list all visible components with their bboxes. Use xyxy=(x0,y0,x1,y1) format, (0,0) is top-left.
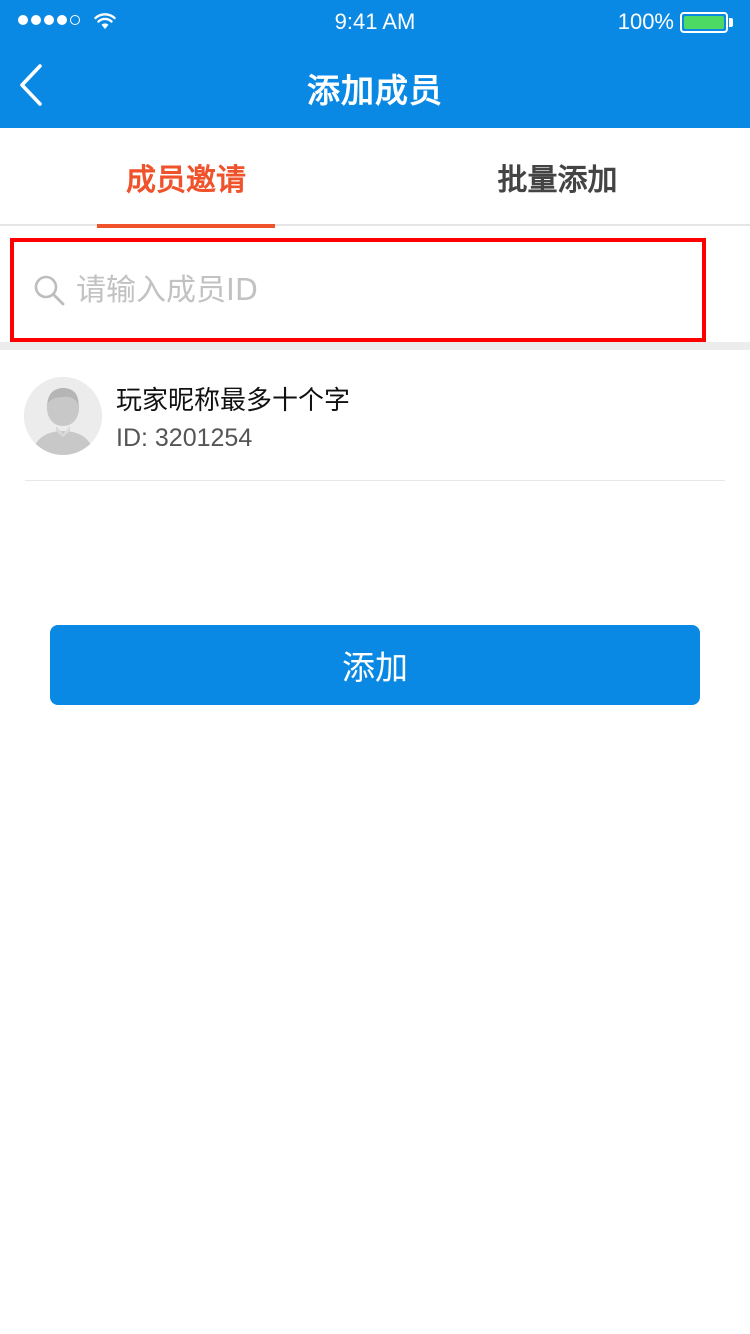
status-bar: 9:41 AM 100% xyxy=(0,0,750,44)
tab-member-invite[interactable]: 成员邀请 xyxy=(97,128,275,226)
tab-bar: 成员邀请 批量添加 xyxy=(0,128,750,228)
tab-batch-add[interactable]: 批量添加 xyxy=(470,128,645,226)
header: 9:41 AM 100% 添加成员 xyxy=(0,0,750,128)
section-divider xyxy=(0,342,750,350)
member-id-input[interactable] xyxy=(76,272,636,308)
search-icon xyxy=(34,275,65,306)
member-list-item[interactable]: 玩家昵称最多十个字 ID: 3201254 xyxy=(0,350,750,482)
battery-percent: 100% xyxy=(617,9,674,34)
user-avatar-icon xyxy=(24,377,102,455)
page-title: 添加成员 xyxy=(307,71,443,110)
screen: 9:41 AM 100% 添加成员 成员邀请 批量添加 请输入成员ID 玩家昵称… xyxy=(0,0,750,1334)
member-name: 玩家昵称最多十个字 xyxy=(116,386,351,416)
battery-fill xyxy=(684,16,724,29)
add-button[interactable]: 添加 xyxy=(50,625,700,705)
member-id: ID: 3201254 xyxy=(116,424,253,452)
battery-tip xyxy=(729,18,733,27)
row-divider xyxy=(25,480,725,481)
nav-bar: 添加成员 xyxy=(0,44,750,128)
search-box[interactable] xyxy=(10,238,706,342)
avatar-silhouette xyxy=(24,377,102,455)
battery-icon xyxy=(680,12,728,33)
search-area xyxy=(0,228,750,342)
